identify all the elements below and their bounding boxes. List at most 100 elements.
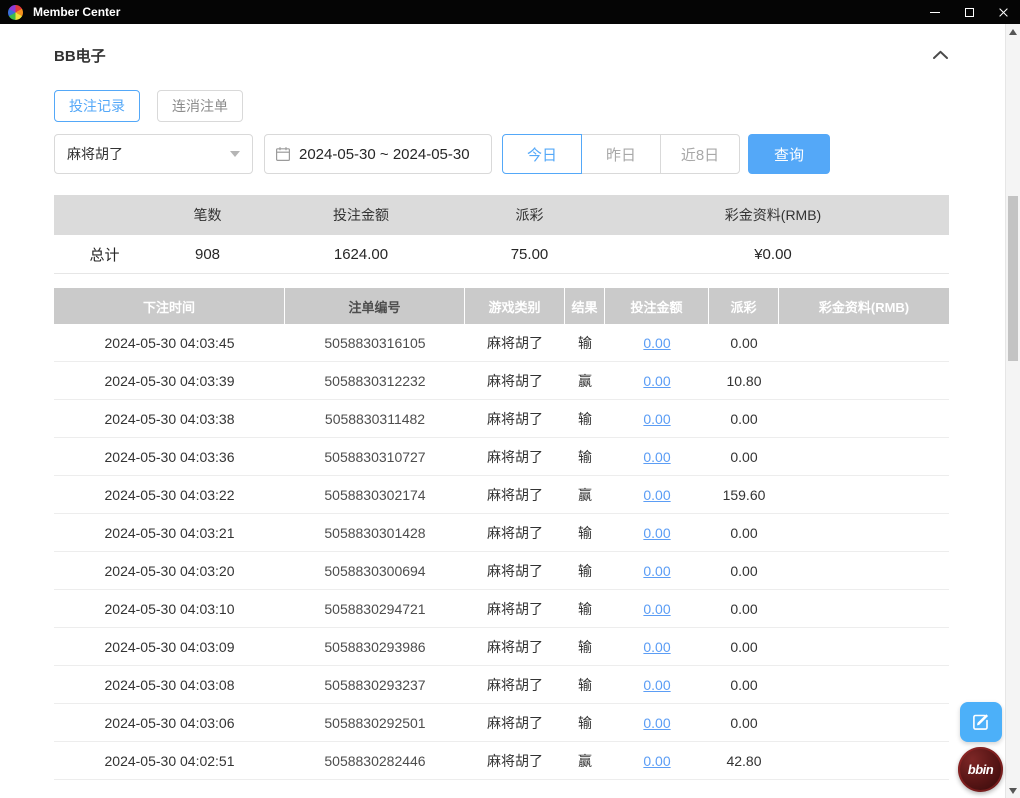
tab-bet-records[interactable]: 投注记录 [54,90,140,122]
cell-game-type: 麻将胡了 [487,714,543,731]
minimize-button[interactable] [918,0,952,24]
bet-amount-link[interactable]: 0.00 [643,601,670,617]
table-row: 2024-05-30 04:03:22 5058830302174 麻将胡了 赢… [54,476,949,514]
cell-bet-time: 2024-05-30 04:03:22 [104,486,235,503]
bet-amount-link[interactable]: 0.00 [643,525,670,541]
summary-payout-value: 75.00 [510,245,549,263]
bet-amount-link[interactable]: 0.00 [643,715,670,731]
bet-amount-link[interactable]: 0.00 [643,753,670,769]
cell-payout: 0.00 [730,410,758,427]
panel-title: BB电子 [54,47,106,65]
cell-bet-time: 2024-05-30 04:03:21 [104,524,235,541]
table-row: 2024-05-30 04:02:51 5058830282446 麻将胡了 赢… [54,742,949,780]
table-row: 2024-05-30 04:03:08 5058830293237 麻将胡了 输… [54,666,949,704]
filter-bar: 麻将胡了 2024-05-30 ~ 2024-05-30 今日 昨日 近8日 查… [54,134,949,174]
arrow-down-icon [1009,787,1017,794]
cell-game-type: 麻将胡了 [487,752,543,769]
summary-bet-amount-value: 1624.00 [333,245,389,263]
quick-range-last8days[interactable]: 近8日 [660,134,740,174]
minimize-icon [930,11,940,13]
bet-amount-link[interactable]: 0.00 [643,411,670,427]
search-button[interactable]: 查询 [748,134,830,174]
cell-bet-time: 2024-05-30 04:02:51 [104,752,235,769]
window-title: Member Center [33,5,121,19]
bet-amount-link[interactable]: 0.00 [643,677,670,693]
vertical-scrollbar[interactable] [1005,24,1020,798]
quick-range-yesterday[interactable]: 昨日 [581,134,661,174]
cell-bet-time: 2024-05-30 04:03:38 [104,410,235,427]
close-button[interactable] [986,0,1020,24]
cell-payout: 0.00 [730,562,758,579]
cell-bet-time: 2024-05-30 04:03:39 [104,372,235,389]
table-row: 2024-05-30 04:03:21 5058830301428 麻将胡了 输… [54,514,949,552]
bet-records-table: 下注时间 注单编号 游戏类别 结果 投注金额 派彩 彩金资料(RMB) 2024… [54,288,949,780]
cell-game-type: 麻将胡了 [487,562,543,579]
col-header-time: 下注时间 [54,288,285,324]
table-row: 2024-05-30 04:03:38 5058830311482 麻将胡了 输… [54,400,949,438]
cell-order-no: 5058830311482 [324,410,426,427]
feedback-edit-button[interactable] [960,702,1002,742]
col-header-bonus: 彩金资料(RMB) [818,299,910,315]
main-content: BB电子 投注记录 连消注单 麻将胡了 2024-05-30 ~ 2024-05… [0,24,1005,798]
summary-header-bet-amount: 投注金额 [333,207,389,223]
scroll-up-button[interactable] [1006,24,1020,39]
cell-payout: 0.00 [730,714,758,731]
cell-payout: 0.00 [730,676,758,693]
scrollbar-thumb[interactable] [1008,196,1018,361]
bet-table-header: 下注时间 注单编号 游戏类别 结果 投注金额 派彩 彩金资料(RMB) [54,288,949,324]
cell-bonus [779,438,949,475]
cell-bonus [779,362,949,399]
cell-bet-time: 2024-05-30 04:03:45 [104,334,235,351]
arrow-up-icon [1009,28,1017,35]
tab-cancelled-orders[interactable]: 连消注单 [157,90,243,122]
cell-bonus [779,514,949,551]
app-logo-icon [8,4,23,20]
col-header-result: 结果 [565,288,605,324]
cell-result: 输 [578,448,592,465]
cell-bonus [779,324,949,361]
date-range-value: 2024-05-30 ~ 2024-05-30 [299,145,470,163]
bbin-logo-button[interactable]: bbin [958,747,1003,792]
cell-order-no: 5058830310727 [324,448,426,465]
scroll-down-button[interactable] [1006,783,1020,798]
cell-game-type: 麻将胡了 [487,486,543,503]
summary-header-bonus: 彩金资料(RMB) [724,207,822,223]
cell-bet-time: 2024-05-30 04:03:09 [104,638,235,655]
bet-amount-link[interactable]: 0.00 [643,639,670,655]
game-type-select[interactable]: 麻将胡了 [54,134,253,174]
cell-order-no: 5058830302174 [324,486,426,503]
cell-bet-time: 2024-05-30 04:03:20 [104,562,235,579]
maximize-button[interactable] [952,0,986,24]
summary-total-row: 总计 908 1624.00 75.00 ¥0.00 [54,235,949,274]
table-row: 2024-05-30 04:03:10 5058830294721 麻将胡了 输… [54,590,949,628]
bet-amount-link[interactable]: 0.00 [643,563,670,579]
summary-header-blank [54,195,155,235]
cell-game-type: 麻将胡了 [487,372,543,389]
cell-game-type: 麻将胡了 [487,600,543,617]
cell-bonus [779,400,949,437]
cell-result: 赢 [578,752,592,769]
bet-amount-link[interactable]: 0.00 [643,449,670,465]
bet-amount-link[interactable]: 0.00 [643,487,670,503]
cell-result: 输 [578,524,592,541]
chevron-up-icon[interactable] [932,50,949,60]
table-row: 2024-05-30 04:03:20 5058830300694 麻将胡了 输… [54,552,949,590]
table-row: 2024-05-30 04:03:39 5058830312232 麻将胡了 赢… [54,362,949,400]
cell-result: 输 [578,638,592,655]
cell-game-type: 麻将胡了 [487,334,543,351]
cell-payout: 0.00 [730,448,758,465]
table-row: 2024-05-30 04:03:45 5058830316105 麻将胡了 输… [54,324,949,362]
cell-order-no: 5058830312232 [324,372,426,389]
cell-order-no: 5058830282446 [324,752,426,769]
bet-amount-link[interactable]: 0.00 [643,335,670,351]
bet-amount-link[interactable]: 0.00 [643,373,670,389]
quick-range-group: 今日 昨日 近8日 [502,134,740,174]
cell-order-no: 5058830300694 [324,562,426,579]
close-icon [998,7,1009,18]
titlebar: Member Center [0,0,1020,24]
quick-range-today[interactable]: 今日 [502,134,582,174]
cell-payout: 0.00 [730,600,758,617]
panel-header: BB电子 [54,44,949,66]
cell-bonus [779,704,949,741]
date-range-picker[interactable]: 2024-05-30 ~ 2024-05-30 [264,134,492,174]
